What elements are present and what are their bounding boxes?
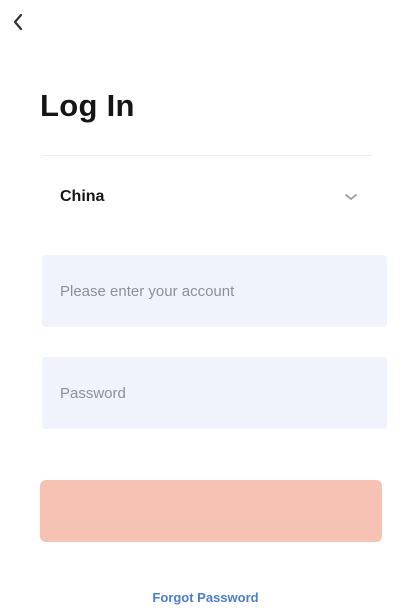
region-label: China (60, 188, 105, 205)
chevron-left-icon (11, 12, 25, 37)
forgot-password-link[interactable]: Forgot Password (0, 590, 411, 605)
page-title: Log In (40, 88, 135, 123)
password-input[interactable] (58, 383, 387, 403)
back-button[interactable] (6, 10, 30, 38)
password-field[interactable] (42, 357, 387, 429)
divider (42, 155, 372, 156)
region-select[interactable]: China (42, 168, 372, 226)
account-input[interactable] (58, 281, 387, 301)
account-field[interactable] (42, 255, 387, 327)
chevron-down-icon (344, 192, 358, 202)
login-button[interactable] (40, 480, 382, 542)
login-screen: Log In China Forgot Password (0, 0, 411, 609)
